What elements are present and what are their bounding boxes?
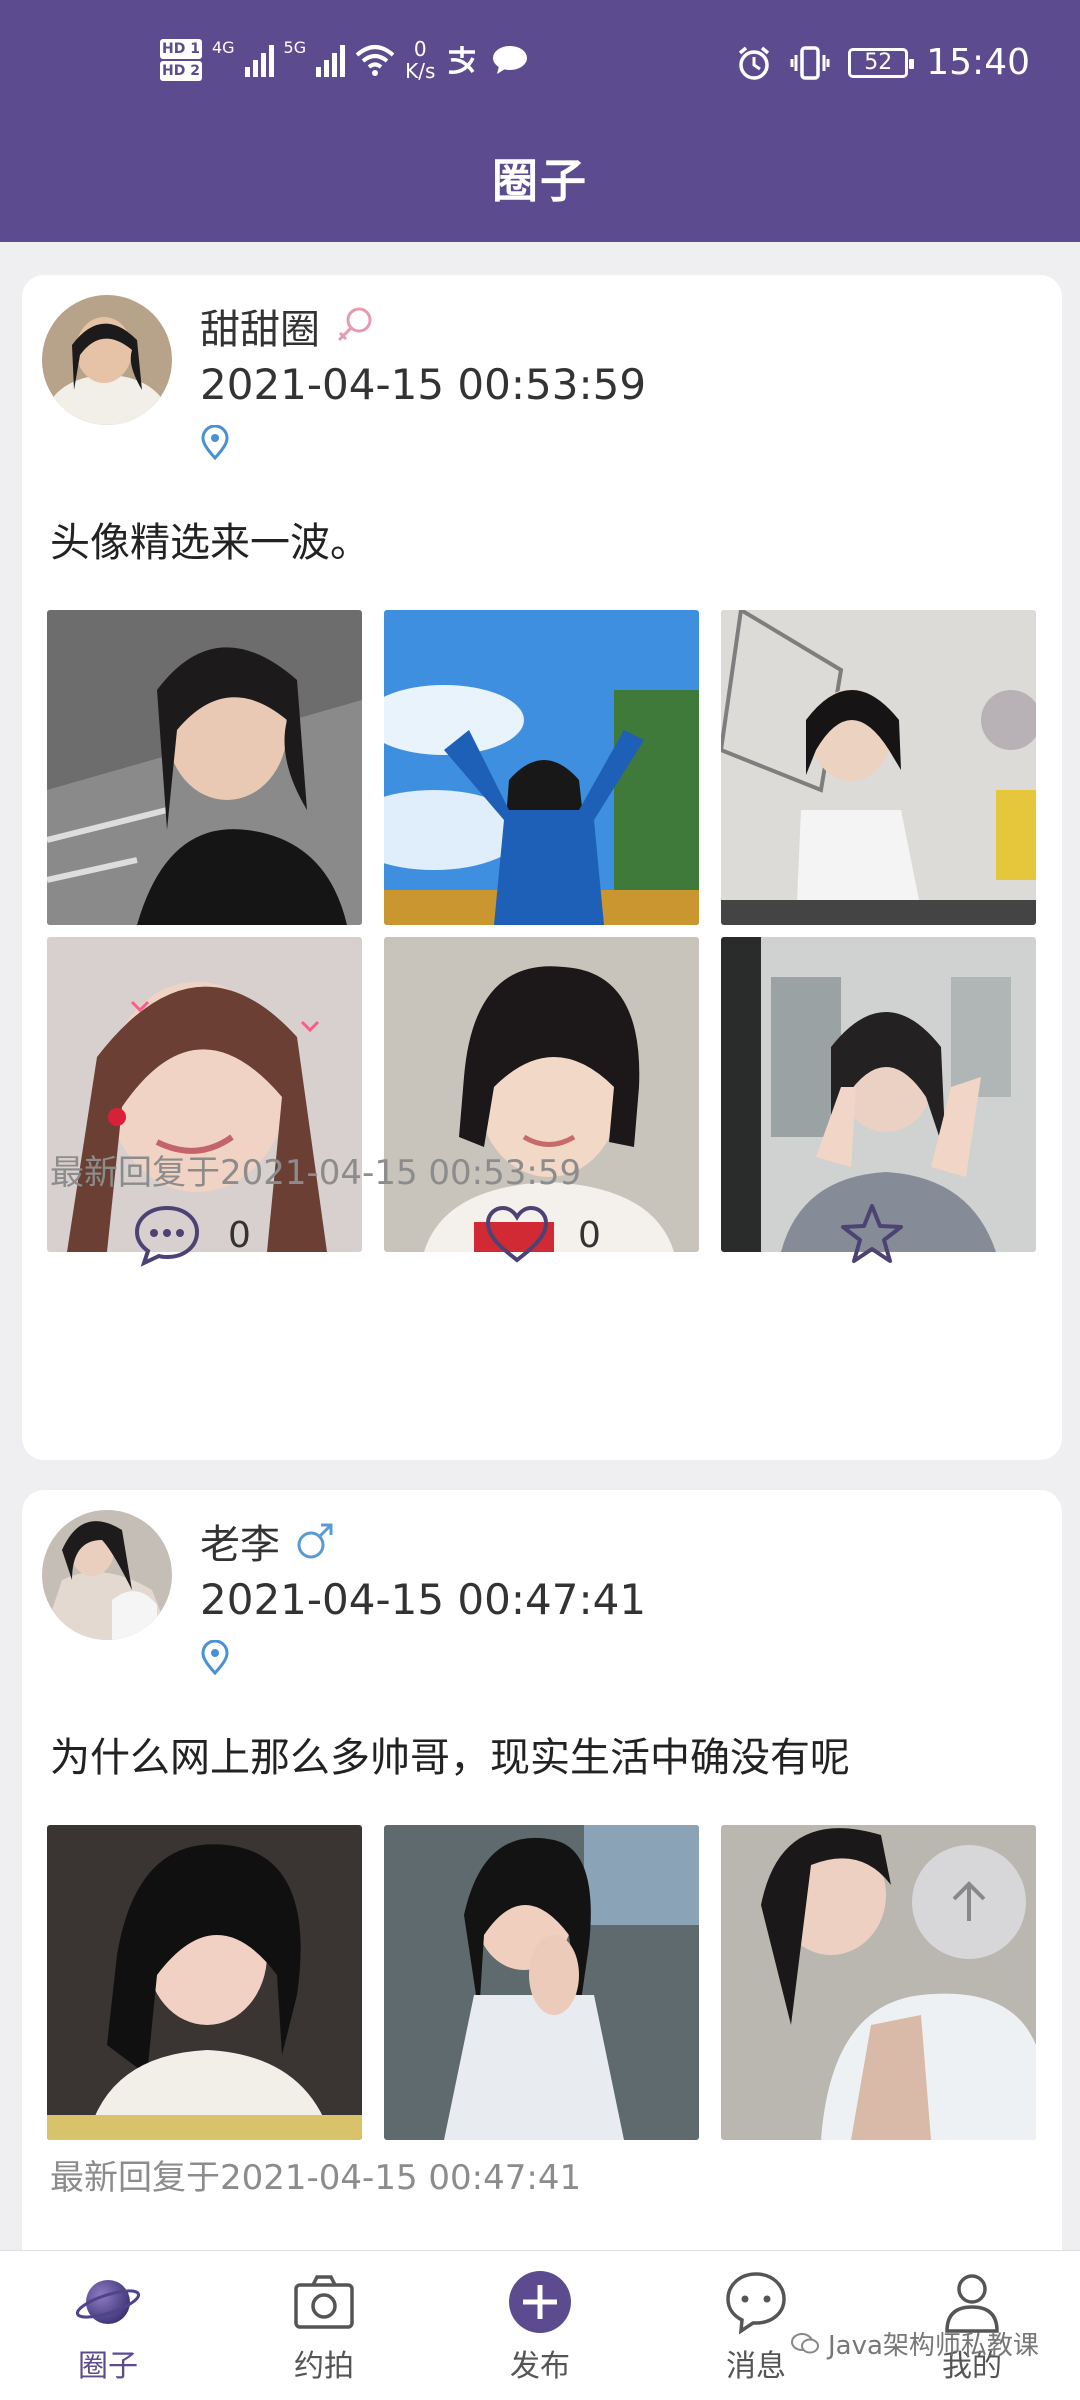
- network-5g-label: 5G: [283, 38, 307, 57]
- post-time: 2021-04-15 00:53:59: [200, 360, 647, 409]
- post-text: 为什么网上那么多帅哥，现实生活中确没有呢: [50, 1735, 850, 1781]
- planet-icon: [75, 2280, 141, 2324]
- wifi-icon: [355, 45, 395, 76]
- post-text: 头像精选来一波。: [50, 520, 370, 566]
- signal-icon: [316, 43, 346, 77]
- alipay-icon: [449, 46, 476, 74]
- status-bar: HD 1 HD 2 4G 5G 0 K/s 52 15:40: [0, 30, 1080, 110]
- signal-icon: [244, 43, 274, 77]
- scroll-to-top-button[interactable]: [912, 1845, 1026, 1959]
- post-time: 2021-04-15 00:47:41: [200, 1575, 647, 1624]
- tab-circle[interactable]: 圈子: [38, 2269, 178, 2385]
- watermark-text: Java架构师私教课: [828, 2331, 1039, 2361]
- post-photo[interactable]: [721, 610, 1036, 925]
- like-button[interactable]: 0: [482, 1200, 601, 1270]
- comment-count: 0: [228, 1214, 251, 1256]
- post-actions: 0 0: [22, 1200, 1062, 1280]
- alarm-icon: [739, 46, 770, 80]
- tab-photo-date[interactable]: 约拍: [254, 2269, 394, 2385]
- favorite-button[interactable]: [837, 1200, 907, 1270]
- post-photo[interactable]: [47, 610, 362, 925]
- heart-icon: [485, 1205, 549, 1263]
- avatar[interactable]: [42, 295, 172, 425]
- plus-circle-icon: [509, 2271, 571, 2333]
- hd1-label: HD 1: [160, 39, 202, 59]
- location-pin-icon[interactable]: [200, 1640, 230, 1676]
- avatar[interactable]: [42, 1510, 172, 1640]
- username[interactable]: 老李: [200, 1512, 280, 1570]
- tab-publish[interactable]: 发布: [470, 2269, 610, 2385]
- network-speed: 0 K/s: [405, 38, 435, 82]
- like-count: 0: [578, 1214, 601, 1256]
- hd-indicator: HD 1 HD 2: [160, 38, 202, 82]
- vibrate-icon: [790, 45, 830, 80]
- hd2-label: HD 2: [160, 61, 202, 81]
- username[interactable]: 甜甜圈: [200, 297, 320, 355]
- battery-icon: 52: [848, 47, 915, 78]
- wechat-icon: [493, 46, 528, 74]
- network-4g-label: 4G: [211, 38, 235, 57]
- post-photo[interactable]: [384, 610, 699, 925]
- comment-icon: [134, 1205, 200, 1267]
- app-header: HD 1 HD 2 4G 5G 0 K/s 52 15:40 圈子: [0, 0, 1080, 242]
- male-gender-icon: [297, 1523, 333, 1559]
- page-title: 圈子: [492, 154, 588, 208]
- photo-grid: [47, 1825, 1037, 2140]
- post-card[interactable]: 甜甜圈 2021-04-15 00:53:59 头像精选来一波。 最新回复于20…: [22, 275, 1062, 1460]
- post-photo[interactable]: [47, 1825, 362, 2140]
- last-reply-time: 最新回复于2021-04-15 00:47:41: [50, 2158, 582, 2198]
- clock: 15:40: [926, 42, 1030, 83]
- tab-label: 消息: [726, 2349, 786, 2384]
- battery-level: 52: [864, 50, 893, 75]
- watermark: Java架构师私教课: [790, 2325, 1039, 2362]
- post-photo[interactable]: [384, 1825, 699, 2140]
- comment-button[interactable]: 0: [132, 1200, 251, 1270]
- last-reply-time: 最新回复于2021-04-15 00:53:59: [50, 1153, 582, 1193]
- camera-icon: [294, 2275, 354, 2329]
- arrow-up-icon: [952, 1881, 986, 1921]
- chat-bubble-icon: [726, 2272, 786, 2335]
- star-icon: [841, 1204, 903, 1263]
- tab-label: 圈子: [78, 2349, 138, 2384]
- location-pin-icon[interactable]: [200, 425, 230, 461]
- speed-unit: K/s: [405, 59, 436, 83]
- female-gender-icon: [337, 307, 372, 342]
- wechat-official-icon: [791, 2332, 819, 2353]
- tab-label: 发布: [510, 2349, 570, 2384]
- tab-label: 约拍: [294, 2349, 354, 2384]
- speed-value: 0: [413, 37, 427, 61]
- post-card[interactable]: 老李 2021-04-15 00:47:41 为什么网上那么多帅哥，现实生活中确…: [22, 1490, 1062, 2310]
